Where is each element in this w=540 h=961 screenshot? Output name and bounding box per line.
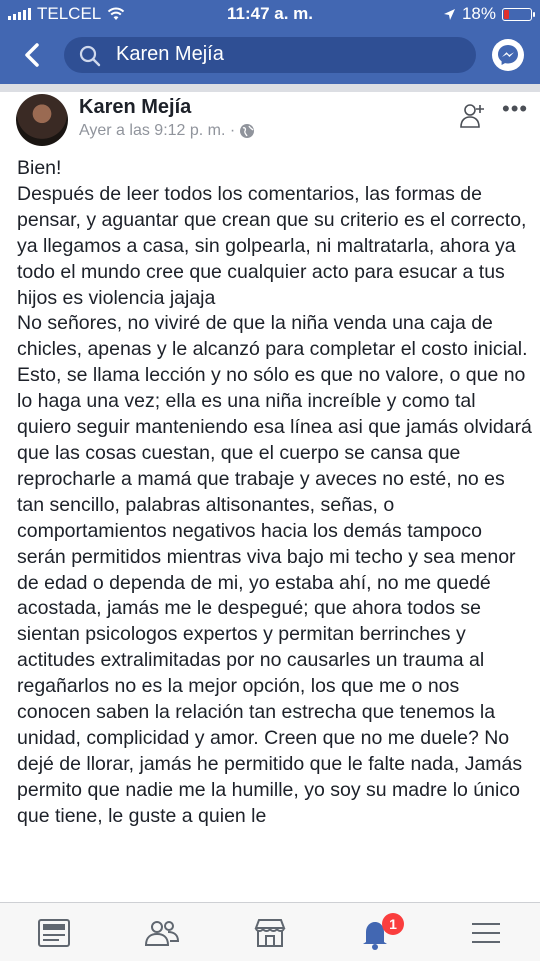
marketplace-icon[interactable] xyxy=(250,913,290,953)
battery-percent: 18% xyxy=(461,4,496,23)
post-paragraph: Bien! xyxy=(17,157,62,179)
post-paragraph: No señores, no viviré de que la niña ven… xyxy=(17,312,528,361)
top-app-bar: TELCEL 11:47 a. m. 18% Karen Mejía xyxy=(0,0,540,84)
post-body: Bien! Después de leer todos los comentar… xyxy=(17,156,532,902)
location-arrow-icon xyxy=(443,8,455,20)
status-right: 18% xyxy=(443,4,535,24)
messenger-button[interactable] xyxy=(492,39,524,71)
post-timestamp[interactable]: Ayer a las 9:12 p. m. · xyxy=(79,122,235,140)
back-arrow-icon[interactable] xyxy=(18,38,48,72)
bottom-tab-bar xyxy=(0,902,540,961)
battery-icon xyxy=(502,7,535,21)
messenger-icon xyxy=(498,45,518,65)
post-author[interactable]: Karen Mejía xyxy=(79,96,191,119)
post-paragraph: Esto, se llama lección y no sólo es que … xyxy=(17,364,532,827)
globe-icon xyxy=(240,124,255,138)
search-bar[interactable]: Karen Mejía xyxy=(64,37,476,73)
separator xyxy=(0,84,540,92)
post-paragraph: Después de leer todos los comentarios, l… xyxy=(17,182,527,309)
news-feed-icon[interactable] xyxy=(34,913,74,953)
battery-level xyxy=(504,9,510,19)
post-meta: Ayer a las 9:12 p. m. · xyxy=(79,122,255,140)
add-friend-icon[interactable] xyxy=(458,100,488,130)
notification-badge: 1 xyxy=(382,913,404,935)
search-icon xyxy=(79,45,101,67)
avatar[interactable] xyxy=(16,94,68,146)
search-query[interactable]: Karen Mejía xyxy=(116,43,224,66)
status-bar: TELCEL 11:47 a. m. 18% xyxy=(0,0,540,28)
more-options-icon[interactable]: ••• xyxy=(502,96,528,122)
friends-icon[interactable] xyxy=(142,913,182,953)
menu-icon[interactable] xyxy=(466,913,506,953)
